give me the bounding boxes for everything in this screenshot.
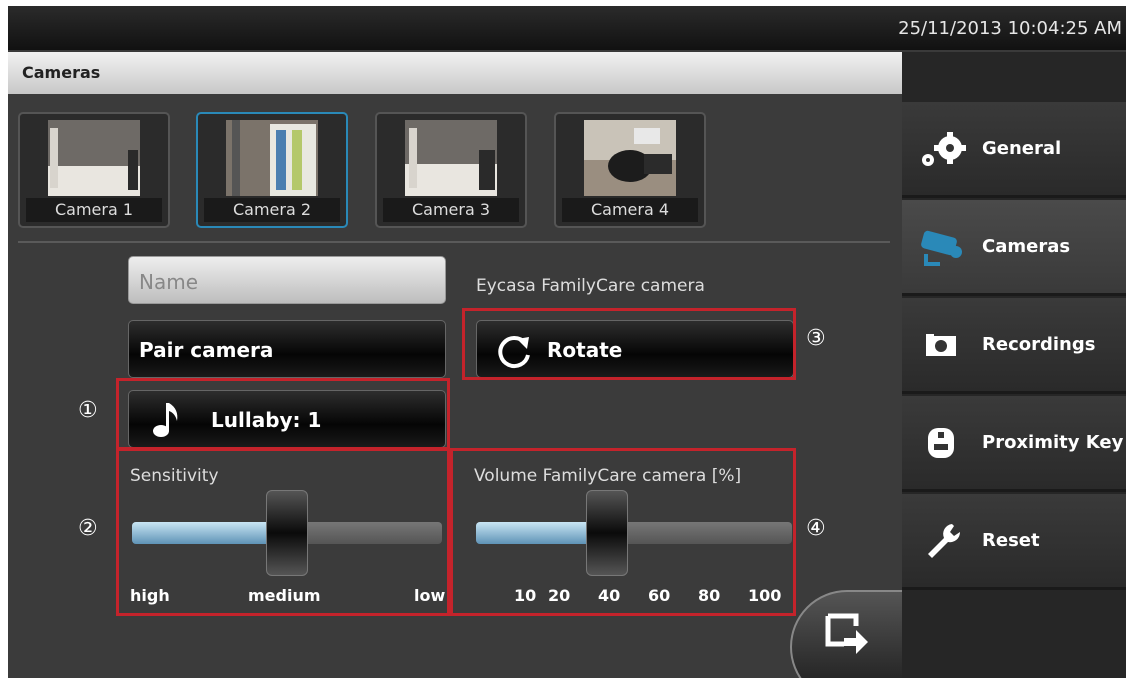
camera-thumb-3[interactable]: Camera 3: [375, 112, 527, 228]
annotation-1: ①: [78, 398, 98, 423]
sensitivity-tick-medium: medium: [248, 586, 321, 605]
camera-label: Camera 3: [383, 198, 519, 222]
sensitivity-tick-high: high: [130, 586, 170, 605]
sidebar-item-cameras[interactable]: Cameras: [902, 200, 1126, 296]
camera-thumb-4[interactable]: Camera 4: [554, 112, 706, 228]
camera-label: Camera 4: [562, 198, 698, 222]
pair-camera-label: Pair camera: [139, 338, 274, 362]
sidebar-item-label: General: [982, 138, 1062, 159]
sidebar: General Cameras Recordings Proximity Key…: [902, 52, 1126, 678]
page-header: Cameras: [8, 52, 902, 94]
status-bar: 25/11/2013 10:04:25 AM: [8, 6, 1126, 50]
highlight-box-3: [462, 308, 796, 380]
sidebar-item-label: Recordings: [982, 334, 1096, 355]
sensitivity-label: Sensitivity: [130, 466, 219, 486]
highlight-box-1: [116, 378, 450, 450]
volume-tick-80: 80: [698, 586, 721, 605]
sidebar-item-label: Reset: [982, 530, 1040, 551]
sidebar-item-label: Proximity Key: [982, 432, 1124, 453]
clock: 25/11/2013 10:04:25 AM: [898, 18, 1122, 39]
sidebar-item-proximity-key[interactable]: Proximity Key: [902, 396, 1126, 492]
annotation-3: ③: [806, 326, 826, 351]
annotation-4: ④: [806, 516, 826, 541]
wrench-icon: [928, 524, 961, 558]
volume-tick-20: 20: [548, 586, 571, 605]
name-field[interactable]: Name: [128, 256, 446, 304]
camera-preview-image: [226, 120, 318, 196]
gears-icon: [922, 132, 966, 166]
annotation-2: ②: [78, 516, 98, 541]
device-screen: 25/11/2013 10:04:25 AM Cameras Camera 1: [8, 6, 1126, 678]
recordings-icon: [926, 334, 956, 356]
camera-model-label: Eycasa FamilyCare camera: [476, 276, 705, 296]
camera-thumb-1[interactable]: Camera 1: [18, 112, 170, 228]
volume-tick-100: 100: [748, 586, 782, 605]
pair-camera-button[interactable]: Pair camera: [128, 320, 446, 378]
camera-label: Camera 2: [204, 198, 340, 222]
camera-preview-image: [405, 120, 497, 196]
camera-preview-image: [48, 120, 140, 196]
sensitivity-slider-handle[interactable]: [266, 490, 308, 576]
sidebar-item-label: Cameras: [982, 236, 1071, 257]
main-content: Camera 1 Camera 2 Camera 3 Camera 4 Name…: [8, 94, 902, 678]
volume-tick-40: 40: [598, 586, 621, 605]
sensitivity-tick-low: low: [414, 586, 446, 605]
name-placeholder: Name: [139, 270, 199, 294]
sidebar-item-recordings[interactable]: Recordings: [902, 298, 1126, 394]
key-icon: [928, 428, 954, 458]
sidebar-item-general[interactable]: General: [902, 102, 1126, 198]
volume-label: Volume FamilyCare camera [%]: [474, 466, 742, 486]
camera-icon: [921, 230, 962, 266]
volume-slider-fill: [476, 522, 602, 544]
page-title: Cameras: [22, 63, 101, 82]
camera-label: Camera 1: [26, 198, 162, 222]
exit-arrow-icon: [825, 613, 868, 654]
sensitivity-slider-fill: [132, 522, 288, 544]
divider: [18, 241, 890, 243]
camera-thumb-2[interactable]: Camera 2: [196, 112, 348, 228]
volume-tick-60: 60: [648, 586, 671, 605]
sidebar-item-reset[interactable]: Reset: [902, 494, 1126, 590]
volume-slider-handle[interactable]: [586, 490, 628, 576]
camera-preview-image: [584, 120, 676, 196]
volume-tick-10: 10: [514, 586, 537, 605]
